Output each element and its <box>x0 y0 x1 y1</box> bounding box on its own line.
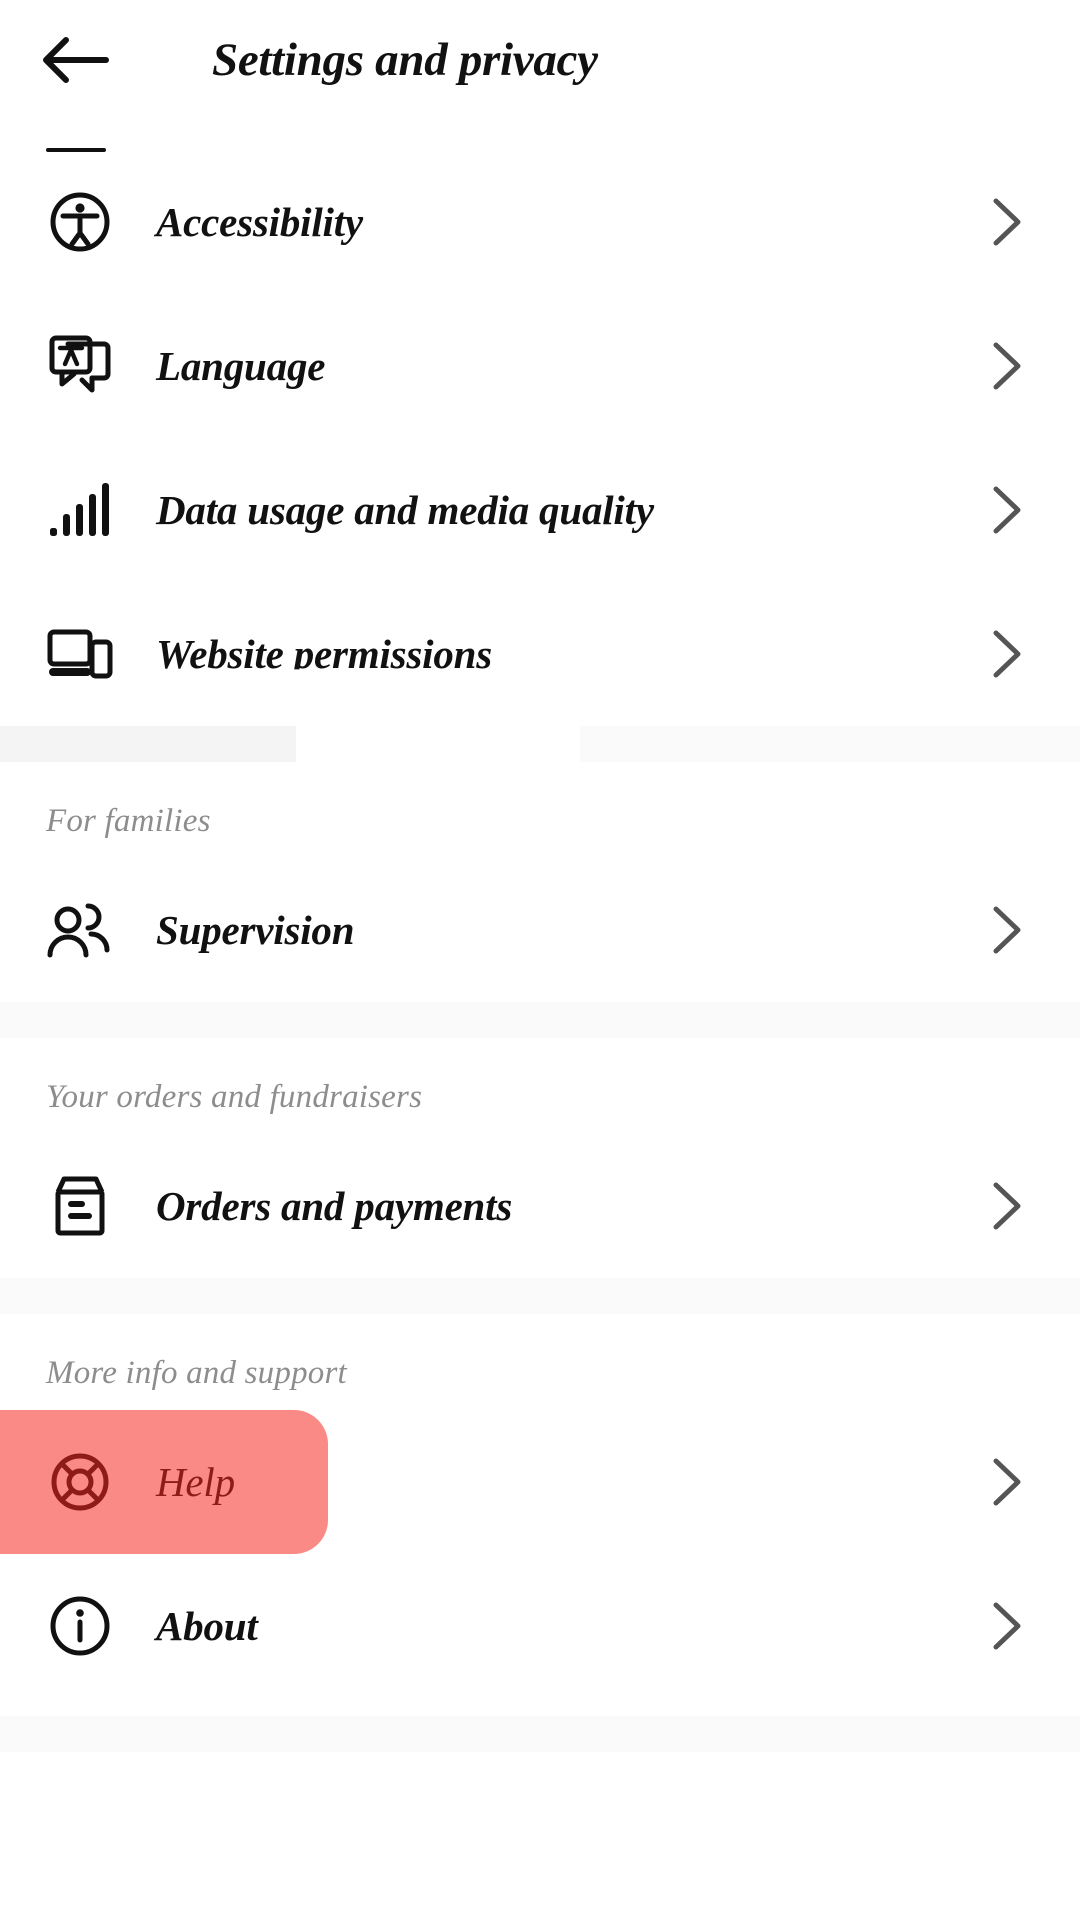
chevron-right-icon <box>990 340 1024 392</box>
bottom-divider <box>0 1716 1080 1752</box>
sidebar-item-label: Orders and payments <box>156 1183 513 1229</box>
section-divider <box>0 1002 1080 1038</box>
section-header-families: For families <box>46 803 211 839</box>
bottom-spacer <box>0 1698 1080 1716</box>
settings-privacy-screen: Settings and privacy Accessibility Langu… <box>0 0 1080 1920</box>
section-header-support: More info and support <box>46 1355 347 1391</box>
section-families: For families Supervision <box>0 762 1080 1002</box>
sidebar-item-supervision[interactable]: Supervision <box>0 858 1080 1002</box>
sidebar-item-label: Supervision <box>156 907 355 953</box>
divider-gap <box>296 726 580 762</box>
info-circle-icon <box>46 1592 114 1660</box>
chevron-right-icon <box>990 628 1024 680</box>
back-button[interactable] <box>40 28 110 92</box>
section-header-orders: Your orders and fundraisers <box>46 1079 423 1115</box>
signal-bars-icon <box>46 476 114 544</box>
chevron-right-icon <box>990 1600 1024 1652</box>
chevron-right-icon <box>990 1180 1024 1232</box>
sidebar-item-label: About <box>156 1603 258 1649</box>
sidebar-item-label: Accessibility <box>156 199 363 245</box>
box-icon <box>46 1172 114 1240</box>
section-support: More info and support Help About <box>0 1314 1080 1698</box>
sidebar-item-label: Website permissions <box>156 631 492 677</box>
sidebar-item-orders-and-payments[interactable]: Orders and payments <box>0 1134 1080 1278</box>
divider-segment <box>0 726 296 762</box>
chevron-right-icon <box>990 1456 1024 1508</box>
sidebar-item-about[interactable]: About <box>0 1554 1080 1698</box>
language-icon <box>46 332 114 400</box>
sidebar-item-website-permissions[interactable]: Website permissions <box>0 582 1080 726</box>
divider-segment <box>580 726 1080 762</box>
sidebar-item-label: Data usage and media quality <box>156 487 654 533</box>
sidebar-item-label: Language <box>156 343 326 389</box>
page-title: Settings and privacy <box>212 34 598 86</box>
app-header: Settings and privacy <box>0 0 1080 152</box>
section-orders: Your orders and fundraisers Orders and p… <box>0 1038 1080 1278</box>
sidebar-item-help[interactable]: Help <box>0 1410 1080 1554</box>
section-divider <box>0 726 1080 762</box>
section-general: Accessibility Language Data usage and me… <box>0 150 1080 726</box>
devices-icon <box>46 620 114 688</box>
chevron-right-icon <box>990 904 1024 956</box>
chevron-right-icon <box>990 484 1024 536</box>
sidebar-item-label: Help <box>156 1459 235 1505</box>
sidebar-item-language[interactable]: Language <box>0 294 1080 438</box>
lifebuoy-icon <box>46 1448 114 1516</box>
chevron-right-icon <box>990 196 1024 248</box>
people-icon <box>46 896 114 964</box>
arrow-left-icon <box>43 37 109 83</box>
accessibility-icon <box>46 188 114 256</box>
sidebar-item-data-usage[interactable]: Data usage and media quality <box>0 438 1080 582</box>
sidebar-item-accessibility[interactable]: Accessibility <box>0 150 1080 294</box>
section-divider <box>0 1278 1080 1314</box>
